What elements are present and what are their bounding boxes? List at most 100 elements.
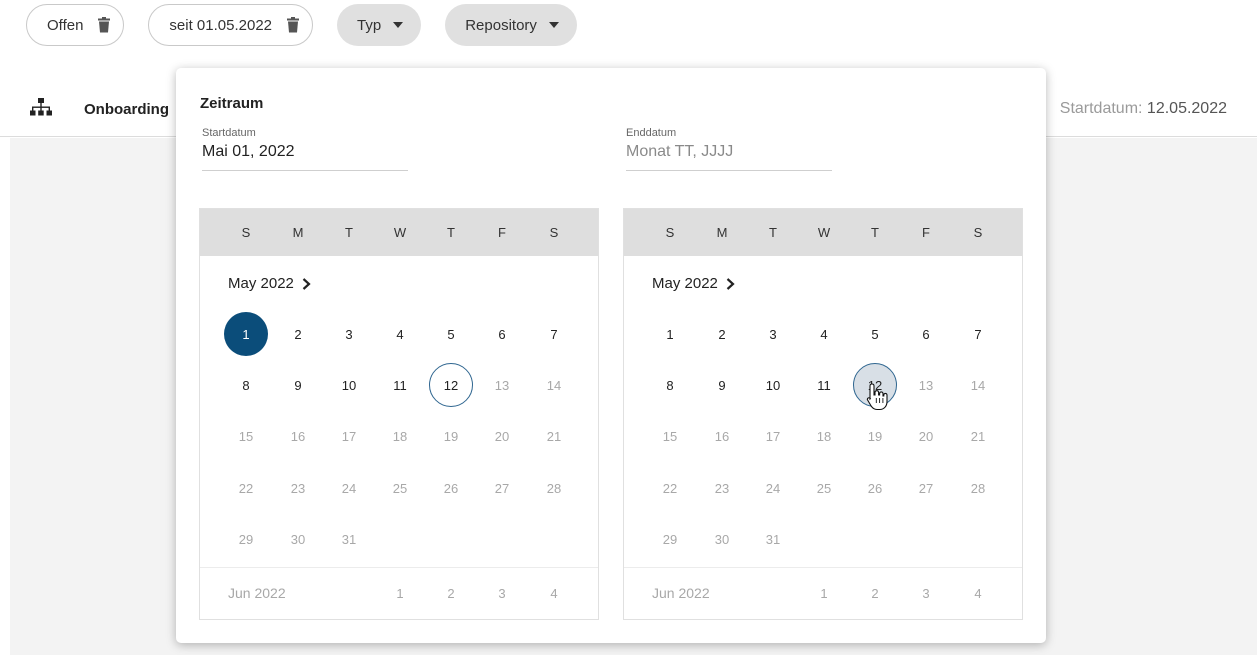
calendar-day[interactable]: 9	[700, 363, 744, 407]
next-month-label: Jun 2022	[228, 585, 286, 601]
calendar-day[interactable]: 1	[224, 312, 268, 356]
next-month-day: 2	[871, 586, 879, 601]
calendar-day: 16	[714, 428, 730, 444]
next-month-divider	[200, 567, 598, 568]
trash-icon[interactable]	[286, 17, 300, 33]
calendar-day: 28	[546, 480, 562, 496]
start-date-input[interactable]: Mai 01, 2022	[202, 143, 408, 171]
calendar-day[interactable]: 12	[429, 363, 473, 407]
calendar-day: 28	[970, 480, 986, 496]
calendar-day[interactable]: 10	[751, 363, 795, 407]
end-date-field-label: Enddatum	[626, 127, 677, 139]
calendar-day[interactable]: 4	[802, 312, 846, 356]
next-month-day: 1	[396, 586, 404, 601]
calendar-day: 17	[341, 428, 357, 444]
weekday-label: W	[393, 225, 407, 240]
filter-chip-offen-label: Offen	[47, 16, 84, 34]
weekday-label: F	[498, 225, 506, 240]
chevron-right-icon	[726, 277, 735, 290]
calendar-day[interactable]: 1	[648, 312, 692, 356]
calendar-day: 23	[714, 480, 730, 496]
calendar-day: 25	[392, 480, 408, 496]
filter-chip-date[interactable]: seit 01.05.2022	[148, 4, 314, 46]
calendar-day[interactable]: 10	[327, 363, 371, 407]
calendar-day: 20	[918, 428, 934, 444]
calendar-day[interactable]: 3	[327, 312, 371, 356]
filter-chip-typ[interactable]: Typ	[337, 4, 422, 46]
filter-chip-row: Offen seit 01.05.2022 Typ Repository	[26, 4, 577, 46]
calendar-day: 26	[867, 480, 883, 496]
calendar-day: 25	[816, 480, 832, 496]
start-date-label: Startdatum:	[1059, 100, 1143, 117]
calendar-day: 19	[443, 428, 459, 444]
calendar-day: 23	[290, 480, 306, 496]
start-date-field[interactable]: Startdatum Mai 01, 2022	[202, 127, 408, 171]
trash-icon[interactable]	[97, 17, 111, 33]
calendar-day: 14	[970, 377, 986, 393]
end-date-input[interactable]: Monat TT, JJJJ	[626, 143, 832, 171]
calendar-day: 27	[918, 480, 934, 496]
popup-title: Zeitraum	[200, 95, 264, 112]
calendar-day[interactable]: 4	[378, 312, 422, 356]
next-month-divider	[624, 567, 1022, 568]
weekday-label: M	[292, 225, 304, 240]
next-month-day: 4	[974, 586, 982, 601]
calendar-day[interactable]: 8	[224, 363, 268, 407]
calendar-day[interactable]: 6	[904, 312, 948, 356]
end-date-field[interactable]: Enddatum Monat TT, JJJJ	[626, 127, 832, 171]
calendar-day: 13	[494, 377, 510, 393]
calendar-day[interactable]: 9	[276, 363, 320, 407]
weekday-label: S	[549, 225, 559, 240]
weekday-label: S	[665, 225, 675, 240]
calendar-day: 24	[341, 480, 357, 496]
hand-cursor-icon	[866, 383, 888, 411]
month-label-text: May 2022	[228, 275, 294, 292]
calendar-day[interactable]: 2	[700, 312, 744, 356]
calendar-day[interactable]: 3	[751, 312, 795, 356]
calendar-day: 31	[341, 531, 357, 547]
calendar-day: 14	[546, 377, 562, 393]
month-label[interactable]: May 2022	[228, 275, 311, 292]
filter-chip-offen[interactable]: Offen	[26, 4, 125, 46]
next-month-day: 2	[447, 586, 455, 601]
calendar-day: 31	[765, 531, 781, 547]
calendar-day: 30	[714, 531, 730, 547]
weekday-label: W	[817, 225, 831, 240]
filter-chip-typ-label: Typ	[357, 16, 382, 34]
start-date-text: Startdatum: 12.05.2022	[1060, 100, 1227, 118]
calendar-day[interactable]: 2	[276, 312, 320, 356]
calendar-day: 17	[765, 428, 781, 444]
date-range-popup: Zeitraum Startdatum Mai 01, 2022 Enddatu…	[176, 68, 1046, 643]
calendar-day[interactable]: 7	[956, 312, 1000, 356]
calendar-day[interactable]: 11	[378, 363, 422, 407]
calendar-day[interactable]: 5	[429, 312, 473, 356]
hierarchy-icon	[30, 98, 52, 116]
weekday-header: SMTWTFS	[200, 209, 598, 256]
caret-down-icon	[548, 22, 559, 28]
weekday-label: T	[871, 225, 879, 240]
calendar-day[interactable]: 8	[648, 363, 692, 407]
calendar-day: 22	[662, 480, 678, 496]
process-title: Onboarding	[84, 101, 169, 118]
weekday-label: S	[241, 225, 251, 240]
calendar-day[interactable]: 7	[532, 312, 576, 356]
calendar-day: 21	[546, 428, 562, 444]
calendar-day[interactable]: 6	[480, 312, 524, 356]
start-date-field-label: Startdatum	[202, 127, 256, 139]
calendar-day: 21	[970, 428, 986, 444]
calendar-day: 20	[494, 428, 510, 444]
month-label-text: May 2022	[652, 275, 718, 292]
calendar-day[interactable]: 5	[853, 312, 897, 356]
filter-chip-repository[interactable]: Repository	[445, 4, 577, 46]
calendar-day: 18	[816, 428, 832, 444]
calendar-day[interactable]: 11	[802, 363, 846, 407]
weekday-label: M	[716, 225, 728, 240]
calendar-day: 27	[494, 480, 510, 496]
weekday-label: T	[447, 225, 455, 240]
calendar-day: 19	[867, 428, 883, 444]
next-month-label: Jun 2022	[652, 585, 710, 601]
weekday-label: S	[973, 225, 983, 240]
next-month-day: 3	[498, 586, 506, 601]
start-date-value: 12.05.2022	[1146, 100, 1227, 117]
month-label[interactable]: May 2022	[652, 275, 735, 292]
